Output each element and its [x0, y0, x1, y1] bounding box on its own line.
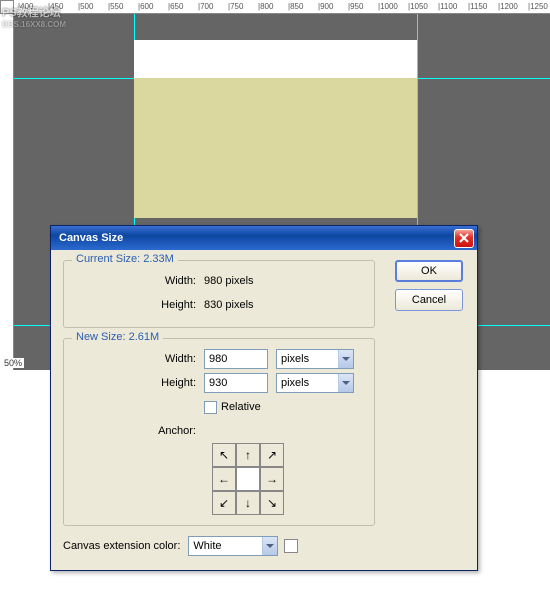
arrow-s-icon: ↓: [245, 497, 251, 509]
chevron-down-icon: [338, 374, 353, 392]
current-size-group: Current Size: 2.33M Width: 980 pixels He…: [63, 260, 375, 328]
new-width-label: Width:: [74, 353, 204, 365]
width-unit-select[interactable]: pixels: [276, 349, 354, 369]
height-unit-value: pixels: [281, 377, 309, 389]
watermark: PS教程论坛 BBS.16XX8.COM: [0, 2, 68, 31]
dialog-titlebar[interactable]: Canvas Size: [51, 226, 477, 250]
ruler-tick: |1150: [468, 2, 487, 11]
ruler-tick: |1050: [408, 2, 428, 11]
anchor-w[interactable]: ←: [212, 467, 236, 491]
new-size-group: New Size: 2.61M Width: pixels Height: pi…: [63, 338, 375, 526]
anchor-nw[interactable]: ↖: [212, 443, 236, 467]
close-icon: [459, 233, 469, 243]
ruler-tick: |1100: [438, 2, 457, 11]
cancel-button[interactable]: Cancel: [395, 289, 463, 311]
arrow-se-icon: ↘: [267, 497, 277, 509]
current-width-value: 980 pixels: [204, 275, 254, 287]
extension-color-swatch[interactable]: [284, 539, 298, 553]
ruler-tick: |950: [348, 2, 363, 11]
ruler-tick: |500: [78, 2, 93, 11]
ok-button[interactable]: OK: [395, 260, 463, 282]
anchor-s[interactable]: ↓: [236, 491, 260, 515]
dialog-title: Canvas Size: [59, 232, 454, 244]
current-size-legend: Current Size: 2.33M: [72, 253, 178, 265]
width-input[interactable]: [204, 349, 268, 369]
ruler-tick: |900: [318, 2, 333, 11]
anchor-se[interactable]: ↘: [260, 491, 284, 515]
anchor-e[interactable]: →: [260, 467, 284, 491]
ruler-tick: |1200: [498, 2, 518, 11]
watermark-url: BBS.16XX8.COM: [2, 20, 66, 29]
anchor-label: Anchor:: [74, 425, 204, 437]
arrow-nw-icon: ↖: [219, 449, 229, 461]
anchor-center[interactable]: [236, 467, 260, 491]
watermark-text: PS教程论坛: [2, 4, 66, 20]
anchor-sw[interactable]: ↙: [212, 491, 236, 515]
new-height-label: Height:: [74, 377, 204, 389]
ruler-vertical[interactable]: [0, 14, 14, 370]
canvas-content[interactable]: [134, 78, 417, 218]
ruler-tick: |650: [168, 2, 183, 11]
ruler-tick: |850: [288, 2, 303, 11]
anchor-n[interactable]: ↑: [236, 443, 260, 467]
extension-color-select[interactable]: White: [188, 536, 278, 556]
ruler-tick: |700: [198, 2, 213, 11]
chevron-down-icon: [262, 537, 277, 555]
extension-color-label: Canvas extension color:: [63, 540, 188, 552]
height-unit-select[interactable]: pixels: [276, 373, 354, 393]
width-unit-value: pixels: [281, 353, 309, 365]
ruler-tick: |1000: [378, 2, 398, 11]
arrow-sw-icon: ↙: [219, 497, 229, 509]
ruler-horizontal[interactable]: |400 |450 |500 |550 |600 |650 |700 |750 …: [14, 0, 550, 14]
extension-color-value: White: [193, 540, 221, 552]
arrow-w-icon: ←: [218, 473, 230, 485]
arrow-ne-icon: ↗: [267, 449, 277, 461]
new-size-legend: New Size: 2.61M: [72, 331, 163, 343]
ruler-tick: |800: [258, 2, 273, 11]
anchor-ne[interactable]: ↗: [260, 443, 284, 467]
ruler-tick: |600: [138, 2, 153, 11]
chevron-down-icon: [338, 350, 353, 368]
zoom-indicator[interactable]: 50%: [2, 358, 24, 368]
current-height-label: Height:: [74, 299, 204, 311]
relative-checkbox[interactable]: [204, 401, 217, 414]
arrow-n-icon: ↑: [245, 449, 251, 461]
relative-label: Relative: [217, 401, 261, 413]
arrow-e-icon: →: [266, 473, 278, 485]
close-button[interactable]: [454, 229, 474, 248]
ruler-tick: |1250: [528, 2, 548, 11]
height-input[interactable]: [204, 373, 268, 393]
current-width-label: Width:: [74, 275, 204, 287]
ruler-tick: |750: [228, 2, 243, 11]
ruler-tick: |550: [108, 2, 123, 11]
anchor-grid: ↖ ↑ ↗ ← → ↙ ↓ ↘: [212, 443, 364, 515]
canvas-size-dialog: Canvas Size OK Cancel Current Size: 2.33…: [50, 225, 478, 571]
current-height-value: 830 pixels: [204, 299, 254, 311]
